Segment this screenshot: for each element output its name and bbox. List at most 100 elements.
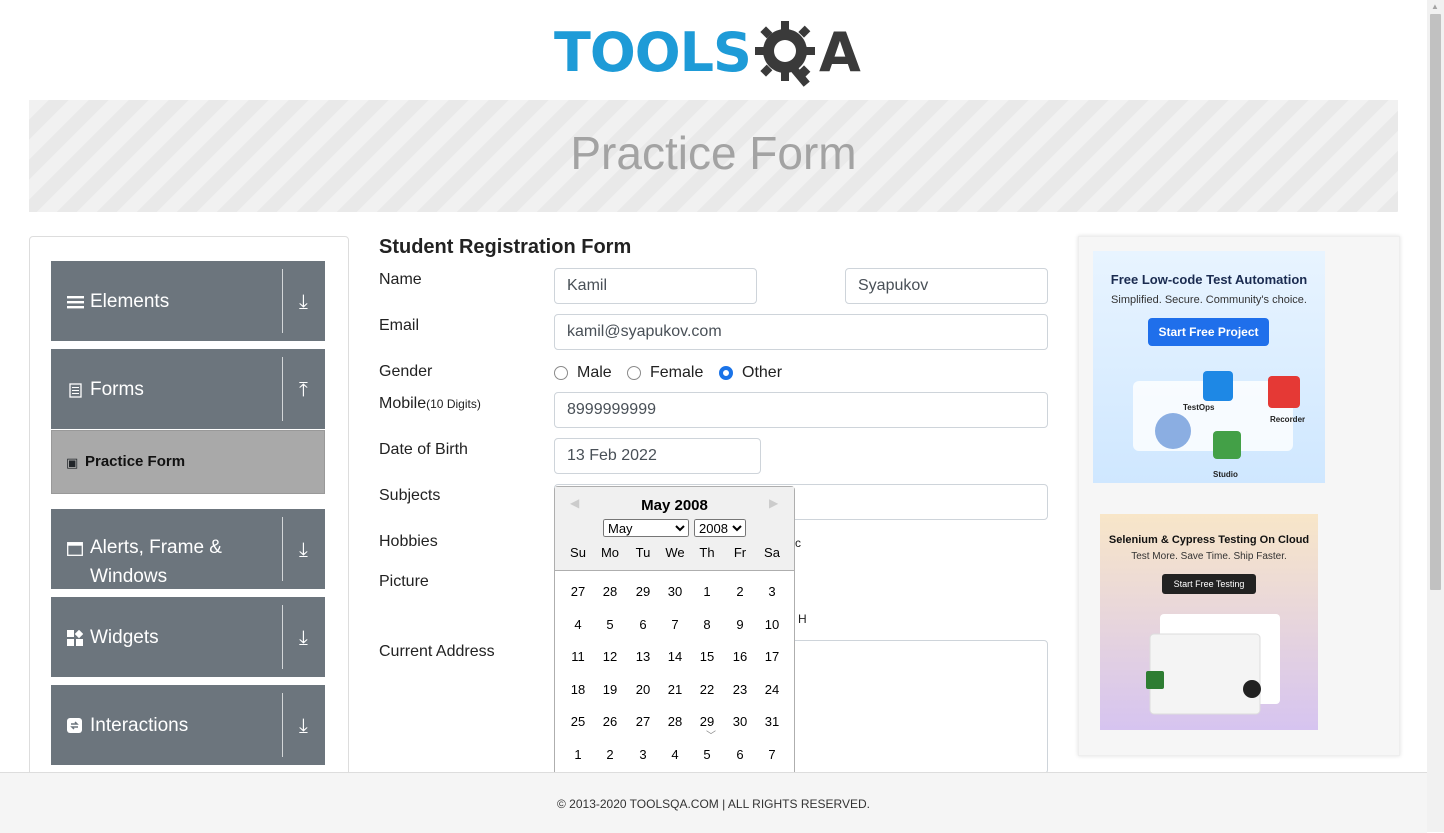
month-select[interactable]: May: [603, 519, 689, 537]
calendar-day[interactable]: 23: [724, 677, 756, 703]
calendar-day[interactable]: 4: [562, 612, 594, 638]
weekday-label: We: [665, 545, 685, 560]
email-input[interactable]: kamil@syapukov.com: [554, 314, 1048, 350]
sidebar-group-forms[interactable]: Forms ⤒: [51, 349, 325, 429]
calendar-day[interactable]: 11: [562, 644, 594, 670]
calendar-day[interactable]: 9: [724, 612, 756, 638]
widgets-icon: [67, 630, 83, 646]
weekday-label: Th: [699, 545, 715, 560]
calendar-day[interactable]: 26: [594, 709, 626, 735]
sidebar-group-interactions[interactable]: Interactions ⤓: [51, 685, 325, 765]
upload-icon[interactable]: ⤒: [299, 379, 308, 402]
calendar-day[interactable]: 25: [562, 709, 594, 735]
gender-radio-male[interactable]: Male: [554, 364, 612, 382]
download-icon[interactable]: ⤓: [299, 627, 308, 650]
scroll-thumb[interactable]: [1430, 14, 1441, 590]
calendar-day[interactable]: 5: [594, 612, 626, 638]
calendar-day[interactable]: 16: [724, 644, 756, 670]
calendar-day[interactable]: 5: [691, 742, 723, 768]
dob-label: Date of Birth: [379, 441, 468, 458]
calendar-day[interactable]: 10: [756, 612, 788, 638]
calendar-day[interactable]: 3: [756, 579, 788, 605]
calendar-day[interactable]: 7: [659, 612, 691, 638]
gender-radio-other[interactable]: Other: [719, 364, 782, 382]
first-name-input[interactable]: Kamil: [554, 268, 757, 304]
sidebar-group-label: Alerts, Frame & Windows: [90, 537, 222, 587]
subjects-label: Subjects: [379, 487, 441, 504]
last-name-input[interactable]: Syapukov: [845, 268, 1048, 304]
calendar-day[interactable]: 30: [724, 709, 756, 735]
sidebar: Elements ⤓ Forms ⤒ ▣ Practice Form Alert…: [29, 236, 349, 798]
weekday-label: Su: [570, 545, 586, 560]
year-select[interactable]: 2008: [694, 519, 746, 537]
gender-radio-female[interactable]: Female: [627, 364, 703, 382]
calendar-day[interactable]: 14: [659, 644, 691, 670]
calendar-day[interactable]: 17: [756, 644, 788, 670]
picture-label: Picture: [379, 573, 429, 590]
calendar-day[interactable]: 28: [594, 579, 626, 605]
calendar-day[interactable]: 4: [659, 742, 691, 768]
mobile-hint: (10 Digits): [426, 397, 481, 411]
datepicker-title: May 2008: [641, 497, 708, 514]
email-label: Email: [379, 317, 420, 334]
calendar-day[interactable]: 27: [562, 579, 594, 605]
calendar-day[interactable]: 13: [627, 644, 659, 670]
calendar-day[interactable]: 22: [691, 677, 723, 703]
hobbies-label: Hobbies: [379, 533, 438, 550]
calendar-day[interactable]: 1: [691, 579, 723, 605]
calendar-day[interactable]: 19: [594, 677, 626, 703]
calendar-day[interactable]: 6: [724, 742, 756, 768]
hobbies-peek-text: c: [795, 536, 801, 550]
sidebar-group-elements[interactable]: Elements ⤓: [51, 261, 325, 341]
radio-circle-selected[interactable]: [719, 366, 733, 380]
document-icon: [69, 383, 82, 398]
mobile-input[interactable]: 8999999999: [554, 392, 1048, 428]
start-free-testing-button[interactable]: Start Free Testing: [1162, 574, 1256, 594]
divider: [282, 517, 283, 581]
scroll-up-arrow-icon[interactable]: ▲: [1431, 2, 1439, 11]
page-title: Practice Form: [570, 127, 857, 179]
address-label: Current Address: [379, 643, 495, 660]
calendar-day[interactable]: 2: [594, 742, 626, 768]
download-icon[interactable]: ⤓: [299, 291, 308, 314]
sidebar-group-alerts[interactable]: Alerts, Frame & Windows ⤓: [51, 509, 325, 589]
calendar-day[interactable]: 27: [627, 709, 659, 735]
ad-banner-katalon[interactable]: Free Low-code Test Automation Simplified…: [1093, 251, 1325, 483]
dob-input[interactable]: 13 Feb 2022: [554, 438, 761, 474]
weekday-label: Fr: [733, 545, 747, 560]
calendar-day[interactable]: 6: [627, 612, 659, 638]
calendar-day[interactable]: 18: [562, 677, 594, 703]
calendar-day[interactable]: 29: [627, 579, 659, 605]
start-free-project-button[interactable]: Start Free Project: [1148, 318, 1269, 346]
radio-circle[interactable]: [554, 366, 568, 380]
ad-banner-lambdatest[interactable]: Selenium & Cypress Testing On Cloud Test…: [1100, 514, 1318, 730]
radio-circle[interactable]: [627, 366, 641, 380]
ad-illustration: [1146, 614, 1280, 715]
calendar-day[interactable]: 21: [659, 677, 691, 703]
calendar-day[interactable]: 2: [724, 579, 756, 605]
calendar-day[interactable]: 20: [627, 677, 659, 703]
toolsqa-logo[interactable]: TOOLS A: [554, 16, 861, 90]
html-icon: ▣: [66, 455, 79, 470]
calendar-day[interactable]: 30: [659, 579, 691, 605]
calendar-day[interactable]: 8: [691, 612, 723, 638]
calendar-day[interactable]: 28: [659, 709, 691, 735]
calendar-day[interactable]: 7: [756, 742, 788, 768]
sidebar-group-widgets[interactable]: Widgets ⤓: [51, 597, 325, 677]
download-icon[interactable]: ⤓: [299, 539, 308, 562]
sidebar-item-practice-form[interactable]: ▣ Practice Form: [51, 430, 325, 494]
sidebar-group-label: Widgets: [90, 627, 159, 648]
chevron-down-icon: ﹀: [706, 731, 716, 742]
calendar-day[interactable]: 31: [756, 709, 788, 735]
calendar-day[interactable]: 1: [562, 742, 594, 768]
calendar-day[interactable]: 12: [594, 644, 626, 670]
radio-label: Female: [650, 364, 704, 381]
name-label: Name: [379, 271, 422, 288]
divider: [282, 357, 283, 421]
download-icon[interactable]: ⤓: [299, 715, 308, 738]
calendar-day[interactable]: 15: [691, 644, 723, 670]
page-scrollbar[interactable]: ▲: [1427, 0, 1444, 832]
logo-qa-text: A: [818, 21, 861, 84]
calendar-day[interactable]: 3: [627, 742, 659, 768]
calendar-day[interactable]: 24: [756, 677, 788, 703]
